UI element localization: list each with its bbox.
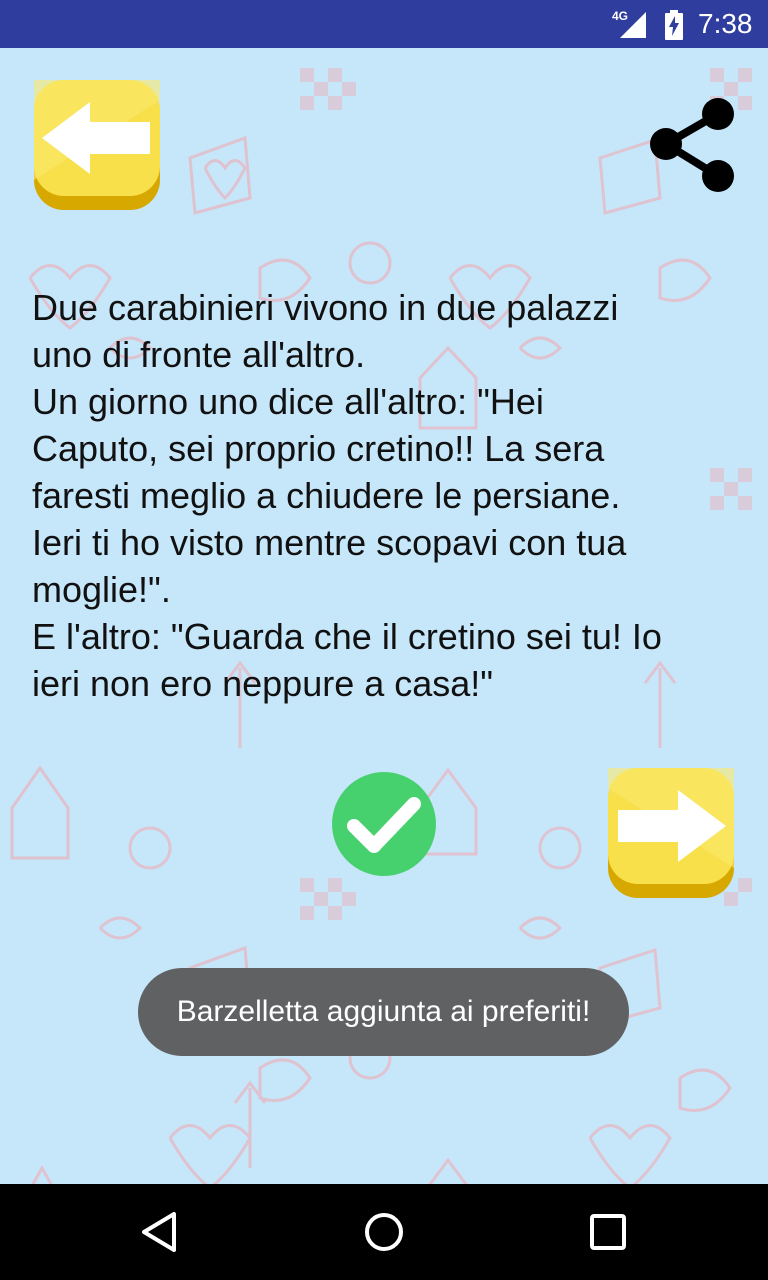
share-icon <box>650 98 734 192</box>
add-favorite-button[interactable] <box>332 772 436 876</box>
back-arrow-button[interactable] <box>32 80 162 210</box>
battery-charging-icon <box>665 10 683 40</box>
nav-home-icon[interactable] <box>360 1208 408 1256</box>
joke-text: Due carabinieri vivono in due palazzi un… <box>32 287 662 704</box>
toast-notification: Barzelletta aggiunta ai preferiti! <box>138 968 629 1056</box>
toast-message: Barzelletta aggiunta ai preferiti! <box>176 995 591 1028</box>
next-arrow-button[interactable] <box>606 768 736 898</box>
signal-icon <box>620 12 646 38</box>
status-bar: 4G 7:38 <box>0 0 768 48</box>
nav-recents-icon[interactable] <box>586 1210 630 1254</box>
navigation-bar <box>0 1184 768 1280</box>
nav-back-icon[interactable] <box>138 1210 182 1254</box>
clock: 7:38 <box>698 8 753 39</box>
share-button[interactable] <box>644 98 740 194</box>
